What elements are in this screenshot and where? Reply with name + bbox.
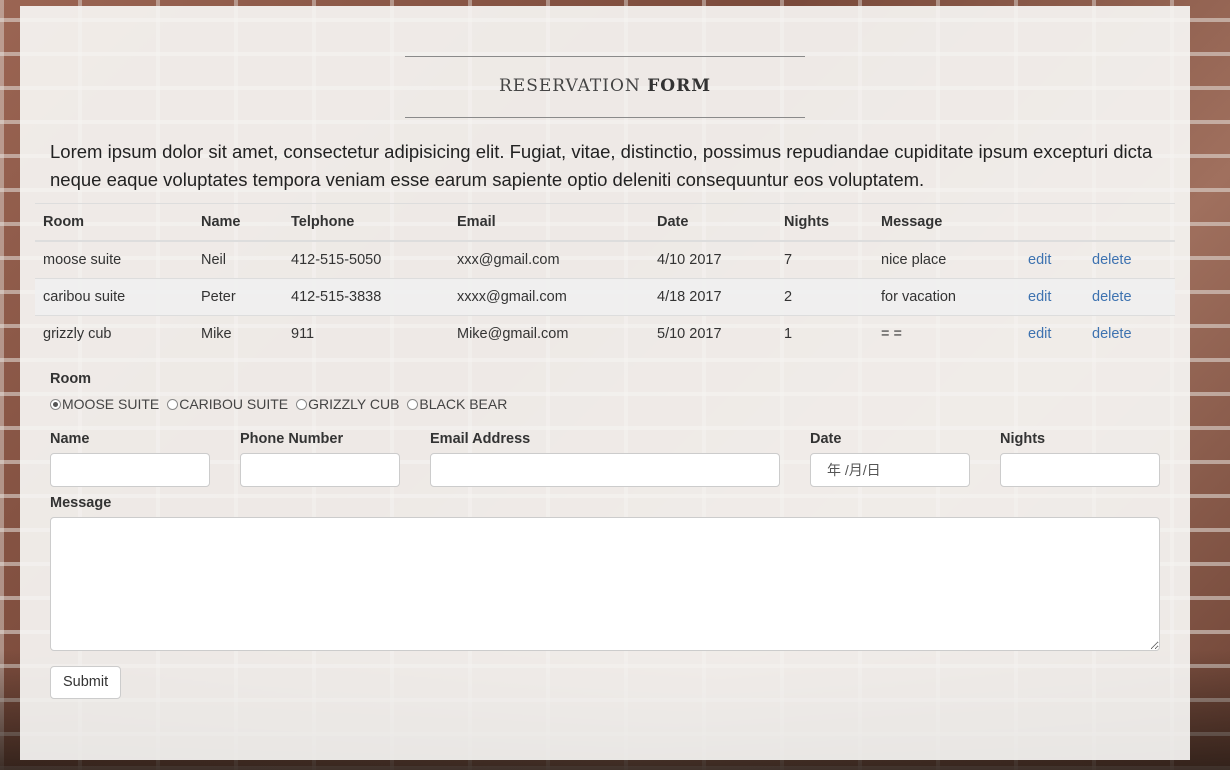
cell-delete: delete <box>1084 240 1175 279</box>
email-label: Email Address <box>430 431 531 447</box>
cell-email: xxxx@gmail.com <box>449 278 649 316</box>
col-header-delete <box>1084 203 1175 242</box>
cell-email: xxx@gmail.com <box>449 240 649 279</box>
cell-delete: delete <box>1084 315 1175 352</box>
date-group: Date 年 /月/日 <box>810 431 970 487</box>
message-textarea[interactable] <box>50 517 1160 651</box>
table-header-row: Room Name Telphone Email Date Nights Mes… <box>35 203 1175 242</box>
table-row: moose suite Neil 412-515-5050 xxx@gmail.… <box>35 240 1175 279</box>
cell-message: = = <box>873 315 1020 352</box>
date-label: Date <box>810 431 842 447</box>
submit-button[interactable]: Submit <box>50 666 122 699</box>
cell-nights: 7 <box>776 240 873 279</box>
cell-delete: delete <box>1084 278 1175 316</box>
message-label: Message <box>50 495 112 511</box>
cell-phone: 911 <box>283 315 449 352</box>
cell-name: Mike <box>193 315 283 352</box>
cell-date: 4/18 2017 <box>649 278 776 316</box>
radio-grizzly-cub[interactable] <box>296 398 308 410</box>
header-bottom-rule <box>405 117 805 118</box>
delete-link[interactable]: delete <box>1092 252 1132 268</box>
nights-label: Nights <box>1000 431 1046 447</box>
date-placeholder: 年 /月/日 <box>827 462 881 478</box>
reservation-form: Room MOOSE SUITE CARIBOU SUITE GRIZZLY C… <box>50 371 1160 699</box>
name-input[interactable] <box>50 453 210 487</box>
cell-room: moose suite <box>35 240 193 279</box>
cell-date: 5/10 2017 <box>649 315 776 352</box>
cell-edit: edit <box>1020 240 1084 279</box>
page-header: RESERVATION FORM <box>405 56 805 118</box>
edit-link[interactable]: edit <box>1028 289 1051 305</box>
cell-message: nice place <box>873 240 1020 279</box>
radio-moose-suite[interactable] <box>50 398 61 410</box>
radio-label-grizzly-cub[interactable]: GRIZZLY CUB <box>308 396 399 412</box>
message-group: Message <box>50 495 1160 651</box>
cell-name: Peter <box>193 278 283 316</box>
radio-label-black-bear[interactable]: BLACK BEAR <box>419 396 507 412</box>
page-title: RESERVATION FORM <box>405 75 805 97</box>
cell-room: grizzly cub <box>35 315 193 352</box>
col-header-telphone: Telphone <box>283 203 449 242</box>
room-radio-group: MOOSE SUITE CARIBOU SUITE GRIZZLY CUB BL… <box>50 396 1160 412</box>
table-row: grizzly cub Mike 911 Mike@gmail.com 5/10… <box>35 315 1175 352</box>
name-label: Name <box>50 431 90 447</box>
phone-input[interactable] <box>240 453 400 487</box>
cell-date: 4/10 2017 <box>649 240 776 279</box>
details-row: Name Phone Number Email Address Date 年 /… <box>50 431 1160 491</box>
cell-message: for vacation <box>873 278 1020 316</box>
delete-link[interactable]: delete <box>1092 326 1132 342</box>
cell-nights: 2 <box>776 278 873 316</box>
radio-label-caribou-suite[interactable]: CARIBOU SUITE <box>179 396 288 412</box>
cell-nights: 1 <box>776 315 873 352</box>
date-input[interactable]: 年 /月/日 <box>810 453 970 487</box>
nights-group: Nights <box>1000 431 1160 487</box>
table-row: caribou suite Peter 412-515-3838 xxxx@gm… <box>35 278 1175 316</box>
edit-link[interactable]: edit <box>1028 252 1051 268</box>
email-input[interactable] <box>430 453 780 487</box>
col-header-edit <box>1020 203 1084 242</box>
email-group: Email Address <box>430 431 780 487</box>
col-header-name: Name <box>193 203 283 242</box>
cell-name: Neil <box>193 240 283 279</box>
cell-edit: edit <box>1020 278 1084 316</box>
radio-black-bear[interactable] <box>407 398 419 410</box>
radio-label-moose-suite[interactable]: MOOSE SUITE <box>62 396 159 412</box>
header-top-rule <box>405 56 805 57</box>
nights-input[interactable] <box>1000 453 1160 487</box>
name-group: Name <box>50 431 210 487</box>
cell-phone: 412-515-3838 <box>283 278 449 316</box>
phone-label: Phone Number <box>240 431 344 447</box>
radio-caribou-suite[interactable] <box>167 398 179 410</box>
reservations-table: Room Name Telphone Email Date Nights Mes… <box>35 203 1175 352</box>
cell-email: Mike@gmail.com <box>449 315 649 352</box>
phone-group: Phone Number <box>240 431 400 487</box>
reservation-panel: RESERVATION FORM Lorem ipsum dolor sit a… <box>20 6 1190 760</box>
cell-room: caribou suite <box>35 278 193 316</box>
col-header-room: Room <box>35 203 193 242</box>
page-title-bold: FORM <box>647 76 712 96</box>
delete-link[interactable]: delete <box>1092 289 1132 305</box>
edit-link[interactable]: edit <box>1028 326 1051 342</box>
col-header-nights: Nights <box>776 203 873 242</box>
col-header-email: Email <box>449 203 649 242</box>
intro-paragraph: Lorem ipsum dolor sit amet, consectetur … <box>50 141 1153 190</box>
col-header-message: Message <box>873 203 1020 242</box>
cell-edit: edit <box>1020 315 1084 352</box>
cell-phone: 412-515-5050 <box>283 240 449 279</box>
page-title-light: RESERVATION <box>498 76 641 96</box>
col-header-date: Date <box>649 203 776 242</box>
room-label: Room <box>50 371 92 387</box>
